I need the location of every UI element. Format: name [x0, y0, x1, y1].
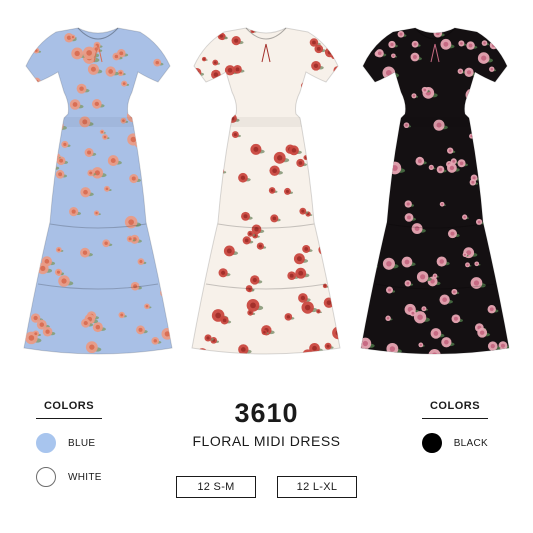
dress-image-black[interactable] — [357, 22, 513, 362]
colors-right-title: COLORS — [422, 400, 488, 419]
white-swatch[interactable] — [36, 467, 56, 487]
color-label-white: WHITE — [68, 471, 102, 483]
colors-left-panel: COLORS BLUE WHITE — [36, 400, 102, 487]
dress-image-blue[interactable] — [20, 22, 176, 362]
color-label-black: BLACK — [453, 437, 488, 449]
dress-gallery — [0, 0, 533, 380]
size-option-l-xl[interactable]: 12 L-XL — [277, 476, 357, 498]
model-number: 3610 — [234, 398, 299, 428]
size-options: 12 S-M 12 L-XL — [176, 476, 357, 498]
colors-left-title: COLORS — [36, 400, 102, 419]
dress-white-graphic — [191, 27, 341, 355]
color-option-white[interactable]: WHITE — [36, 467, 102, 487]
color-option-black[interactable]: BLACK — [422, 433, 488, 453]
colors-right-panel: COLORS BLACK — [422, 400, 488, 453]
color-label-blue: BLUE — [68, 437, 96, 449]
dress-image-white[interactable] — [188, 22, 344, 362]
product-name: FLORAL MIDI DRESS — [192, 433, 341, 449]
blue-swatch[interactable] — [36, 433, 56, 453]
black-swatch[interactable] — [422, 433, 442, 453]
color-option-blue[interactable]: BLUE — [36, 433, 102, 453]
product-heading: 3610 FLORAL MIDI DRESS — [176, 398, 357, 449]
dress-blue-graphic — [23, 27, 173, 355]
dress-black-graphic — [360, 27, 510, 355]
size-option-s-m[interactable]: 12 S-M — [176, 476, 256, 498]
